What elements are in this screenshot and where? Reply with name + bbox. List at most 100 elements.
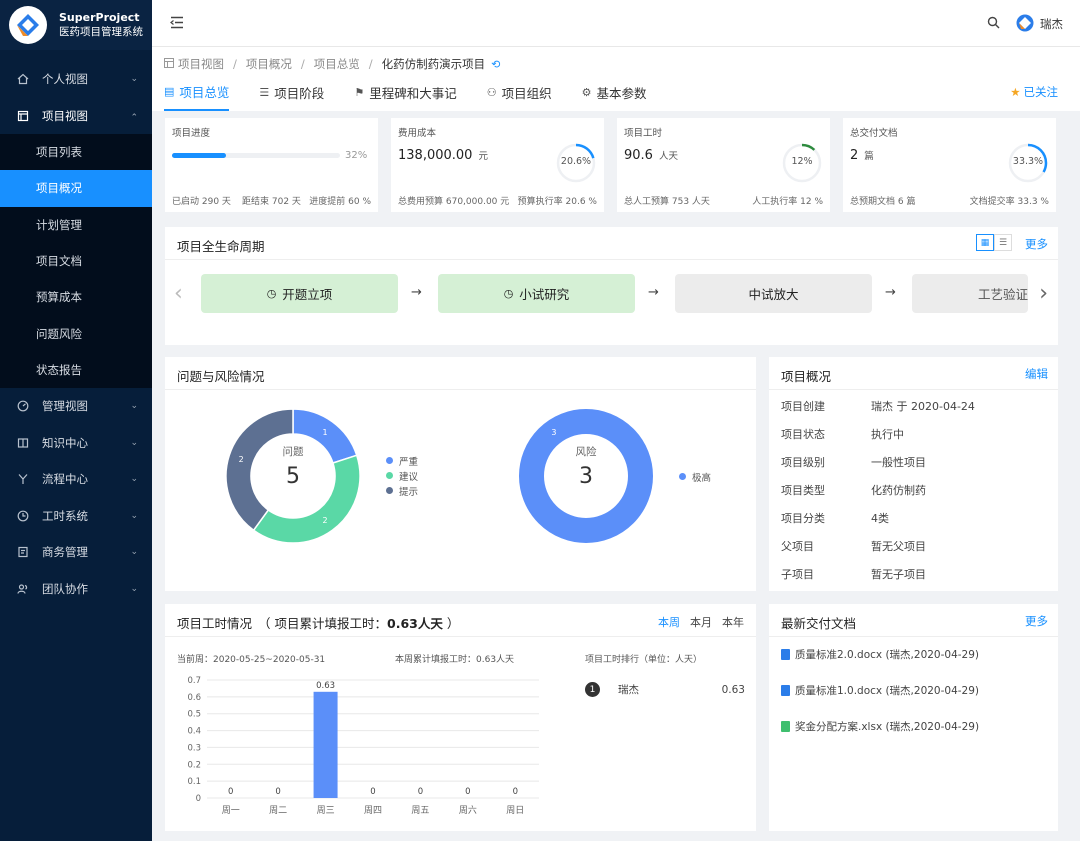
overview-key: 项目级别 <box>781 456 825 469</box>
sidebar-subitem-status-report[interactable]: 状态报告 <box>0 352 152 388</box>
legend-label: 严重 <box>399 456 419 468</box>
overview-row: 项目类型 化药仿制药 <box>781 482 926 498</box>
overview-icon: ▤ <box>164 85 175 98</box>
sidebar-item-label: 知识中心 <box>42 435 88 450</box>
legend-item[interactable]: 严重 <box>386 453 418 468</box>
sidebar-item-project[interactable]: 项目视图 ⌃ <box>0 98 152 135</box>
project-icon <box>17 110 29 122</box>
sidebar-subitem-project-list[interactable]: 项目列表 <box>0 134 152 170</box>
legend-item[interactable]: 建议 <box>386 468 418 483</box>
issues-risks-card: 问题与风险情况 122 问题 5 严重 建议 提示 3 风险 3 极高 <box>165 357 756 591</box>
stage-card[interactable]: 工艺验证 <box>912 274 1028 313</box>
list-view-button[interactable]: ☰ <box>994 234 1012 251</box>
sidebar-item-timesheet[interactable]: 工时系统 ⌄ <box>0 498 152 535</box>
period-month[interactable]: 本月 <box>690 614 712 630</box>
switch-project-icon[interactable]: ⟲ <box>491 58 500 71</box>
edit-link[interactable]: 编辑 <box>1025 366 1048 382</box>
menu-collapse-icon[interactable] <box>170 16 184 32</box>
tab-overview[interactable]: ▤ 项目总览 <box>164 80 230 111</box>
sidebar-subitem-risks[interactable]: 问题风险 <box>0 315 152 351</box>
legend-item[interactable]: 提示 <box>386 483 418 498</box>
sidebar-item-knowledge[interactable]: 知识中心 ⌄ <box>0 425 152 462</box>
tab-parameters[interactable]: ⚙ 基本参数 <box>582 80 647 111</box>
tab-organization[interactable]: ⚇ 项目组织 <box>487 80 552 111</box>
workhours-bar-chart: 0 0.1 0.2 0.3 0.4 0.5 0.6 0.7 0 周一 0 周二 0.63 周三 0 周四 0 周五… <box>187 676 539 816</box>
x-tick-label: 周日 <box>506 805 524 816</box>
excel-file-icon <box>781 721 790 732</box>
stages-icon: ☰ <box>259 86 270 99</box>
current-week: 当前周：2020-05-25~2020-05-31 <box>177 655 326 665</box>
breadcrumb-item[interactable]: 项目总览 <box>314 56 360 72</box>
ring-percent: 12% <box>791 156 813 167</box>
progress-percent: 32% <box>345 150 368 161</box>
doc-item[interactable]: 质量标准2.0.docx (瑞杰,2020-04-29) <box>781 647 979 662</box>
tab-stages[interactable]: ☰ 项目阶段 <box>259 80 324 111</box>
overview-key: 项目分类 <box>781 512 825 525</box>
risk-donut: 3 风险 3 <box>518 408 654 547</box>
stage-card[interactable]: ◷ 小试研究 <box>438 274 635 313</box>
chevron-left-icon[interactable]: ‹ <box>174 281 183 306</box>
y-tick-label: 0.2 <box>187 760 201 770</box>
doc-item[interactable]: 奖金分配方案.xlsx (瑞杰,2020-04-29) <box>781 719 979 734</box>
tab-label: 基本参数 <box>596 86 647 101</box>
breadcrumb-item[interactable]: 项目概况 <box>246 56 292 72</box>
y-tick-label: 0.1 <box>187 777 201 787</box>
legend-item[interactable]: 极高 <box>679 469 711 484</box>
follow-button[interactable]: ★ 已关注 <box>1010 84 1058 100</box>
overview-row: 父项目 暂无父项目 <box>781 538 926 554</box>
latest-docs-card: 最新交付文档 更多 质量标准2.0.docx (瑞杰,2020-04-29) 质… <box>769 604 1058 831</box>
schedule-ahead: 进度提前 60 % <box>309 197 371 207</box>
topbar: 瑞杰 <box>152 0 1080 47</box>
donut-center-total: 3 <box>579 464 593 489</box>
overview-key: 项目类型 <box>781 484 825 497</box>
brand[interactable]: SuperProject 医药项目管理系统 <box>0 0 152 50</box>
rank-value: 0.63 <box>721 683 745 696</box>
grid-view-button[interactable]: ▦ <box>976 234 994 251</box>
stat-card-cost: 费用成本 138,000.00 元 20.6% 总费用预算 670,000.00 … <box>391 118 604 212</box>
week-total: 本周累计填报工时：0.63人天 <box>395 655 515 665</box>
doc-item[interactable]: 质量标准1.0.docx (瑞杰,2020-04-29) <box>781 683 979 698</box>
sidebar-subitem-project-overview[interactable]: 项目概况 <box>0 170 152 207</box>
project-submenu: 项目列表 项目概况 计划管理 项目文档 预算成本 问题风险 状态报告 <box>0 134 152 389</box>
bar[interactable] <box>313 691 338 798</box>
y-tick-label: 0.7 <box>187 676 201 686</box>
sidebar-subitem-documents[interactable]: 项目文档 <box>0 243 152 279</box>
breadcrumb-current: 化药仿制药演示项目 <box>381 57 486 71</box>
stage-card[interactable]: 中试放大 <box>675 274 872 313</box>
x-tick-label: 周一 <box>222 805 240 816</box>
stat-unit: 人天 <box>658 151 678 162</box>
search-icon[interactable] <box>987 16 1000 32</box>
tab-milestones[interactable]: ⚑ 里程碑和大事记 <box>354 80 456 111</box>
chevron-right-icon[interactable]: › <box>1039 281 1048 306</box>
sidebar-subitem-plan[interactable]: 计划管理 <box>0 207 152 243</box>
sidebar-subitem-budget[interactable]: 预算成本 <box>0 279 152 315</box>
period-year[interactable]: 本年 <box>722 614 744 630</box>
sidebar-item-personal[interactable]: 个人视图 ⌄ <box>0 61 152 98</box>
overview-row: 项目分类 4类 <box>781 510 889 526</box>
chevron-down-icon: ⌄ <box>130 401 138 412</box>
flag-icon: ⚑ <box>354 86 365 99</box>
more-link[interactable]: 更多 <box>1025 613 1048 629</box>
page-header: 项目视图 / 项目概况 / 项目总览 / 化药仿制药演示项目 ⟲ ▤ 项目总览 ☰… <box>152 47 1080 111</box>
bar-data-label: 0 <box>465 787 470 797</box>
section-title: 最新交付文档 <box>781 616 857 631</box>
sidebar-item-team[interactable]: 团队协作 ⌄ <box>0 571 152 608</box>
remaining-days: 距结束 702 天 <box>242 197 301 207</box>
sidebar-item-flow[interactable]: 流程中心 ⌄ <box>0 461 152 498</box>
sidebar-item-management[interactable]: 管理视图 ⌄ <box>0 388 152 425</box>
stage-card[interactable]: ◷ 开题立项 <box>201 274 398 313</box>
bar-data-label: 0 <box>418 787 423 797</box>
avatar[interactable] <box>1016 14 1034 32</box>
more-link[interactable]: 更多 <box>1025 236 1048 252</box>
x-tick-label: 周二 <box>269 805 287 816</box>
chevron-down-icon: ⌄ <box>130 547 138 558</box>
arrow-right-icon: → <box>411 285 422 300</box>
period-week[interactable]: 本周 <box>658 614 680 630</box>
user-name[interactable]: 瑞杰 <box>1040 16 1063 32</box>
chevron-down-icon: ⌄ <box>130 474 138 485</box>
breadcrumb-item[interactable]: 项目视图 <box>178 56 224 72</box>
y-tick-label: 0 <box>196 794 201 804</box>
grid-icon <box>164 57 174 71</box>
sidebar-item-business[interactable]: 商务管理 ⌄ <box>0 534 152 571</box>
word-file-icon <box>781 685 790 696</box>
